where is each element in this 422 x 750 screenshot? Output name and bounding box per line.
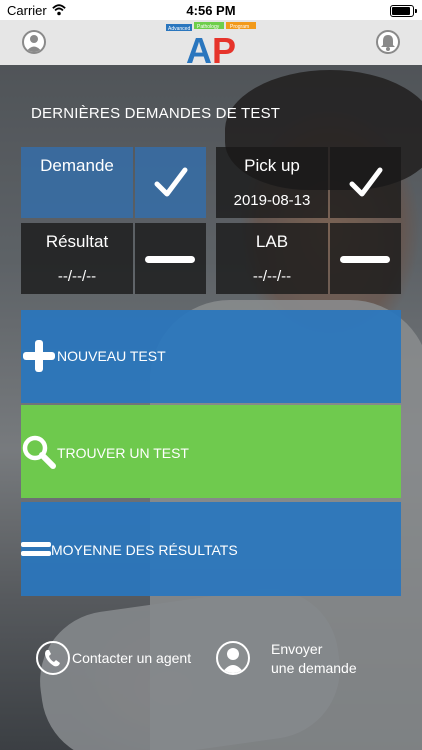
battery-icon	[390, 5, 417, 17]
status-time: 4:56 PM	[186, 3, 236, 18]
pickup-date: 2019-08-13	[233, 192, 311, 209]
logo-letter-p: P	[212, 30, 236, 64]
new-test-label: NOUVEAU TEST	[57, 348, 166, 364]
equals-icon	[21, 542, 51, 556]
magnifier-icon	[22, 435, 56, 469]
demande-label: Demande	[40, 156, 114, 175]
phone-icon-circle	[36, 641, 70, 675]
average-results-button[interactable]: MOYENNE DES RÉSULTATS	[21, 502, 401, 596]
bell-icon	[381, 35, 395, 51]
new-test-button[interactable]: NOUVEAU TEST	[21, 310, 401, 403]
app-logo: Advanced Pathology Program A P	[166, 22, 258, 71]
lab-label: LAB	[255, 232, 289, 251]
dash-icon	[340, 256, 390, 263]
plus-icon	[23, 340, 55, 372]
dash-icon	[145, 256, 195, 263]
resultat-label: Résultat	[45, 232, 109, 251]
app-screen: Carrier 4:56 PM Advanced Pathology Progr…	[0, 0, 422, 750]
resultat-date: --/--/--	[57, 268, 97, 285]
person-icon-circle	[216, 641, 250, 675]
notifications-button[interactable]	[376, 30, 400, 54]
send-request-label-line1: Envoyer	[271, 641, 323, 657]
demande-status-cell	[135, 147, 206, 218]
nav-bar: Advanced Pathology Program A P	[0, 20, 422, 71]
section-title: DERNIÈRES DEMANDES DE TEST	[31, 105, 281, 122]
profile-button[interactable]	[22, 30, 46, 54]
average-results-label: MOYENNE DES RÉSULTATS	[51, 542, 238, 558]
check-icon	[349, 167, 383, 197]
contact-agent-label: Contacter un agent	[72, 650, 192, 666]
app-logo-graphic: Advanced Pathology Program A P	[166, 22, 256, 71]
pickup-cell: Pick up 2019-08-13	[216, 147, 328, 218]
lab-date: --/--/--	[252, 268, 292, 285]
demande-cell: Demande	[21, 147, 133, 218]
lab-cell: LAB --/--/--	[216, 223, 328, 294]
find-test-label: TROUVER UN TEST	[57, 445, 189, 461]
lab-status-cell	[330, 223, 401, 294]
status-bar: Carrier 4:56 PM	[0, 0, 422, 20]
contact-agent-button[interactable]: Contacter un agent	[36, 640, 211, 678]
pickup-label: Pick up	[244, 156, 300, 175]
send-request-label-line2: une demande	[271, 660, 357, 676]
send-request-button[interactable]: Envoyer une demande	[216, 638, 386, 682]
logo-letter-a: A	[186, 30, 212, 64]
profile-icon	[26, 35, 42, 52]
check-icon	[154, 167, 188, 197]
phone-icon	[45, 650, 60, 667]
pickup-status-cell	[330, 147, 401, 218]
resultat-cell: Résultat --/--/--	[21, 223, 133, 294]
person-icon	[222, 648, 244, 673]
resultat-status-cell	[135, 223, 206, 294]
find-test-button[interactable]: TROUVER UN TEST	[21, 405, 401, 498]
